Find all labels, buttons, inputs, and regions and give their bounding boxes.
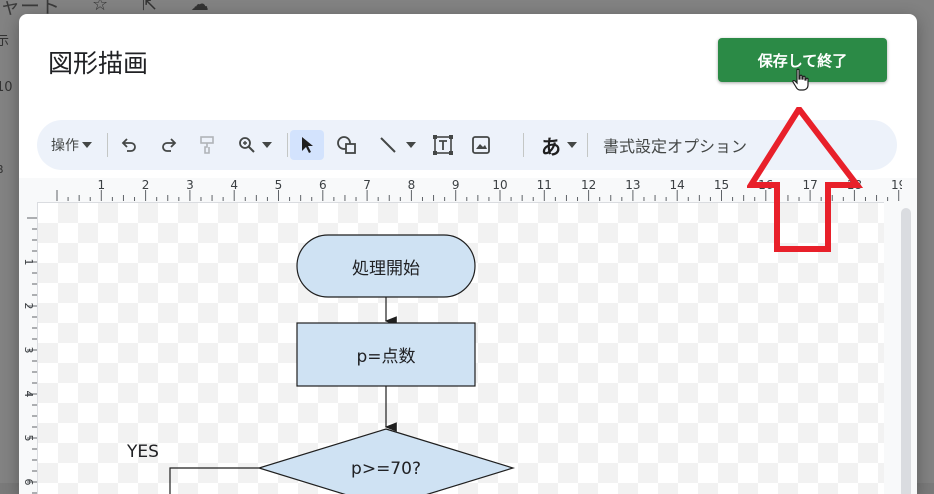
- toolbar-divider: [523, 133, 524, 157]
- star-icon[interactable]: ☆: [92, 0, 122, 15]
- format-options-label: 書式設定オプション: [603, 137, 748, 156]
- zoom-icon: [239, 137, 255, 153]
- shape-icon: [337, 136, 356, 154]
- ruler-label: 12: [581, 178, 596, 192]
- cloud-icon[interactable]: ☁: [191, 0, 223, 15]
- font-button[interactable]: あ: [535, 130, 583, 160]
- redo-button[interactable]: [157, 130, 181, 160]
- caret-down-icon: [82, 142, 92, 148]
- ruler-label: 8: [408, 178, 416, 192]
- background-side-label: 示: [0, 34, 10, 49]
- background-side-label: 10: [0, 80, 13, 95]
- paint-format-icon: [200, 136, 214, 154]
- ruler-label: 9: [452, 178, 460, 192]
- ruler-label: 3: [186, 178, 194, 192]
- vertical-scrollbar[interactable]: [901, 208, 911, 494]
- shape-tool-button[interactable]: [335, 130, 359, 160]
- ruler-label: 1: [97, 178, 105, 192]
- ruler-label: 4: [230, 178, 238, 192]
- background-toolbar-icons: ☆ ⇱ ☁: [92, 0, 223, 15]
- yes-branch-label: YES: [127, 442, 159, 462]
- font-button-label: あ: [541, 134, 561, 159]
- format-options-button[interactable]: 書式設定オプション: [603, 130, 747, 160]
- line-tool-button[interactable]: [373, 130, 421, 160]
- caret-down-icon: [567, 142, 577, 148]
- paint-format-button[interactable]: [195, 130, 219, 160]
- process-box-label: p=点数: [356, 347, 416, 367]
- ruler-label: 14: [670, 178, 685, 192]
- undo-icon: [121, 138, 136, 152]
- folder-move-icon[interactable]: ⇱: [142, 0, 171, 15]
- decision-label: p>=70?: [351, 459, 421, 479]
- image-tool-button[interactable]: [469, 130, 493, 160]
- dialog-title: 図形描画: [48, 49, 149, 78]
- textbox-tool-button[interactable]: [430, 130, 456, 160]
- annotation-arrow-icon: [747, 107, 864, 252]
- hand-cursor-icon: [792, 68, 809, 91]
- ruler-label: 2: [142, 178, 150, 192]
- background-side-label: B: [0, 163, 4, 176]
- caret-down-icon: [262, 142, 272, 148]
- select-tool-button[interactable]: [290, 130, 324, 160]
- ruler-label: 7: [363, 178, 371, 192]
- drawing-dialog: 図形描画 保存して終了 操作 あ 書式設定オプション 1 2 3 4 5 6 7…: [19, 14, 917, 494]
- textbox-icon: [433, 135, 453, 155]
- ruler-label: 19: [891, 178, 902, 192]
- ruler-label: 10: [492, 178, 507, 192]
- image-icon: [472, 136, 490, 154]
- start-terminal-label: 処理開始: [352, 258, 420, 279]
- toolbar-divider: [287, 133, 288, 157]
- flowchart-yes-connector[interactable]: [169, 467, 259, 494]
- caret-down-icon: [406, 142, 416, 148]
- zoom-button[interactable]: [233, 130, 277, 160]
- undo-button[interactable]: [117, 130, 141, 160]
- ruler-label: 5: [275, 178, 283, 192]
- ruler-label: 6: [319, 178, 327, 192]
- toolbar-divider: [107, 133, 108, 157]
- redo-icon: [162, 138, 177, 152]
- line-icon: [380, 137, 396, 153]
- ruler-label: 11: [537, 178, 552, 192]
- toolbar-divider: [587, 133, 588, 157]
- actions-menu[interactable]: 操作: [51, 130, 92, 160]
- actions-menu-label: 操作: [51, 138, 79, 154]
- ruler-label: 15: [714, 178, 729, 192]
- ruler-label: 13: [625, 178, 640, 192]
- select-icon: [302, 137, 313, 153]
